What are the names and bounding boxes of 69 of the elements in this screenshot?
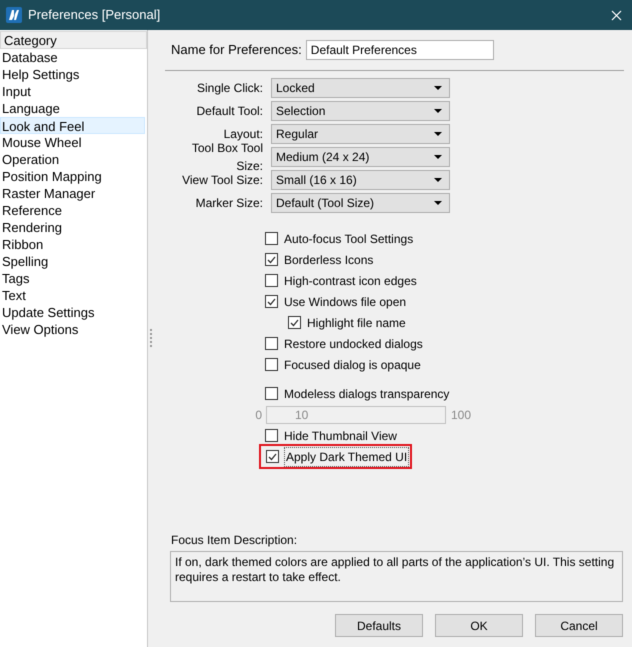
- category-item[interactable]: Rendering: [0, 219, 147, 236]
- dropdown-arrow-icon: [434, 155, 442, 159]
- category-item[interactable]: Input: [0, 83, 147, 100]
- dropdown[interactable]: Medium (24 x 24): [271, 147, 450, 167]
- dropdown[interactable]: Small (16 x 16): [271, 170, 450, 190]
- checkbox[interactable]: [266, 450, 279, 463]
- category-item[interactable]: Ribbon: [0, 236, 147, 253]
- checkbox-label: Use Windows file open: [284, 294, 406, 310]
- category-item[interactable]: Help Settings: [0, 66, 147, 83]
- close-icon[interactable]: [611, 10, 622, 20]
- dropdown-arrow-icon: [434, 86, 442, 90]
- checkbox[interactable]: [265, 295, 278, 308]
- category-item[interactable]: Database: [0, 49, 147, 66]
- field-label: Single Click:: [196, 80, 263, 97]
- dropdown-arrow-icon: [434, 178, 442, 182]
- dialog-button[interactable]: Cancel: [535, 614, 623, 637]
- checkbox-label: Apply Dark Themed UI: [285, 448, 408, 466]
- description-box: If on, dark themed colors are applied to all parts of the application’s UI. This setting requires a restart to take effect.: [170, 551, 623, 602]
- field-label: View Tool Size:: [181, 172, 263, 189]
- dropdown[interactable]: Default (Tool Size): [271, 193, 450, 213]
- checkbox[interactable]: [265, 358, 278, 371]
- checkbox[interactable]: [265, 253, 278, 266]
- dropdown[interactable]: Regular: [271, 124, 450, 144]
- checkbox-label: Restore undocked dialogs: [284, 336, 423, 352]
- category-item[interactable]: View Options: [0, 321, 147, 338]
- checkbox-label: Borderless Icons: [284, 252, 374, 268]
- category-item[interactable]: Spelling: [0, 253, 147, 270]
- splitter-handle-icon[interactable]: [150, 328, 152, 348]
- checkbox-label: High-contrast icon edges: [284, 272, 417, 290]
- category-item[interactable]: Update Settings: [0, 304, 147, 321]
- category-item[interactable]: Look and Feel: [0, 117, 145, 134]
- checkbox[interactable]: [265, 274, 278, 287]
- section-label: Focus Item Description:: [171, 532, 298, 549]
- dropdown[interactable]: Selection: [271, 101, 450, 121]
- checkbox-label: Modeless dialogs transparency: [284, 386, 450, 402]
- dropdown-arrow-icon: [434, 132, 442, 136]
- field-label: Default Tool:: [196, 103, 263, 120]
- window-title: Preferences [Personal]: [28, 6, 160, 24]
- checkbox[interactable]: [265, 337, 278, 350]
- checkbox-label: Highlight file name: [307, 314, 406, 332]
- dropdown-arrow-icon: [434, 201, 442, 205]
- field-label: Marker Size:: [194, 195, 263, 212]
- checkbox[interactable]: [265, 232, 278, 245]
- checkbox[interactable]: [288, 316, 301, 329]
- checkbox-label: Auto-focus Tool Settings: [284, 230, 414, 248]
- min-label: 0: [254, 406, 262, 424]
- dialog-button[interactable]: OK: [435, 614, 523, 637]
- column-header: Category: [0, 31, 147, 49]
- checkbox[interactable]: [265, 429, 278, 442]
- max-label: 100: [451, 406, 472, 424]
- app-logo-icon: [6, 7, 22, 23]
- category-item[interactable]: Language: [0, 100, 147, 117]
- category-item[interactable]: Operation: [0, 151, 147, 168]
- field-label: Name for Preferences:: [171, 41, 302, 60]
- category-item[interactable]: Position Mapping: [0, 168, 147, 185]
- category-item[interactable]: Text: [0, 287, 147, 304]
- dropdown[interactable]: Locked: [271, 78, 450, 98]
- category-item[interactable]: Raster Manager: [0, 185, 147, 202]
- category-item[interactable]: Tags: [0, 270, 147, 287]
- dropdown-arrow-icon: [434, 109, 442, 113]
- name-field[interactable]: Default Preferences: [306, 40, 494, 60]
- field-label: Layout:: [222, 126, 263, 143]
- dialog-button[interactable]: Defaults: [335, 614, 423, 637]
- checkbox-label: Hide Thumbnail View: [284, 428, 397, 444]
- category-item[interactable]: Mouse Wheel: [0, 134, 147, 151]
- checkbox-label: Focused dialog is opaque: [284, 356, 421, 374]
- checkbox[interactable]: [265, 387, 278, 400]
- field-label: Tool Box Tool Size:: [190, 140, 263, 175]
- category-item[interactable]: Reference: [0, 202, 147, 219]
